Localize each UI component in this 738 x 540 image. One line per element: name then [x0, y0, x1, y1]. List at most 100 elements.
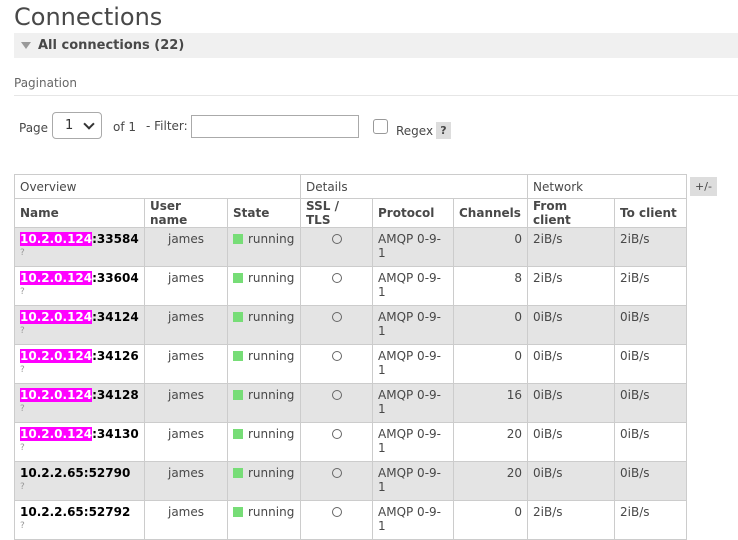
state-running-icon: [233, 351, 243, 361]
ssl-cell: [300, 344, 373, 384]
table-row: 10.2.0.124:34130 ? james running AMQP 0-…: [14, 422, 687, 462]
state-running-icon: [233, 312, 243, 322]
page-select-value: 1: [65, 118, 74, 133]
from-client-cell: 0iB/s: [527, 383, 615, 423]
regex-label: Regex: [396, 124, 434, 138]
connection-name-cell: 10.2.2.65:52790 ?: [14, 461, 145, 501]
group-network: Network: [527, 174, 687, 199]
state-running-icon: [233, 429, 243, 439]
table-row: 10.2.0.124:33604 ? james running AMQP 0-…: [14, 266, 687, 306]
user-name-cell: james: [144, 500, 228, 540]
connection-client-info: ?: [20, 443, 25, 453]
circle-outline-icon: [331, 429, 342, 439]
channels-cell: 0: [453, 227, 528, 267]
col-user-name[interactable]: User name: [144, 198, 228, 228]
connection-link[interactable]: 10.2.0.124:33604: [20, 271, 139, 285]
circle-outline-icon: [331, 507, 342, 517]
connection-link[interactable]: 10.2.2.65:52792: [20, 505, 130, 519]
state-cell: running: [227, 500, 301, 540]
from-client-cell: 0iB/s: [527, 461, 615, 501]
col-name[interactable]: Name: [14, 198, 145, 228]
protocol-cell: AMQP 0-9-1: [372, 461, 454, 501]
user-name-cell: james: [144, 422, 228, 462]
table-row: 10.2.0.124:34124 ? james running AMQP 0-…: [14, 305, 687, 345]
table-row: 10.2.0.124:34128 ? james running AMQP 0-…: [14, 383, 687, 423]
state-running-icon: [233, 234, 243, 244]
page-select[interactable]: 1: [52, 112, 102, 139]
state-running-icon: [233, 273, 243, 283]
user-name-cell: james: [144, 344, 228, 384]
state-running-icon: [233, 507, 243, 517]
connection-link[interactable]: 10.2.0.124:34126: [20, 349, 139, 363]
columns-toggle-button[interactable]: +/-: [690, 177, 717, 196]
protocol-cell: AMQP 0-9-1: [372, 422, 454, 462]
ssl-cell: [300, 383, 373, 423]
user-name-cell: james: [144, 383, 228, 423]
protocol-cell: AMQP 0-9-1: [372, 305, 454, 345]
connection-client-info: ?: [20, 326, 25, 336]
col-protocol[interactable]: Protocol: [372, 198, 454, 228]
connection-link[interactable]: 10.2.2.65:52790: [20, 466, 130, 480]
table-row: 10.2.0.124:34126 ? james running AMQP 0-…: [14, 344, 687, 384]
col-from-client[interactable]: From client: [527, 198, 615, 228]
section-header-label: All connections (22): [38, 38, 185, 53]
regex-help-icon[interactable]: ?: [436, 122, 451, 139]
circle-outline-icon: [331, 390, 342, 400]
chevron-down-icon: [83, 117, 95, 130]
all-connections-toggle[interactable]: All connections (22): [14, 33, 738, 58]
connection-link[interactable]: 10.2.0.124:34128: [20, 388, 139, 402]
from-client-cell: 2iB/s: [527, 500, 615, 540]
state-cell: running: [227, 266, 301, 306]
ssl-cell: [300, 266, 373, 306]
col-channels[interactable]: Channels: [453, 198, 528, 228]
connection-name-cell: 10.2.2.65:52792 ?: [14, 500, 145, 540]
connection-link[interactable]: 10.2.0.124:34130: [20, 427, 139, 441]
state-cell: running: [227, 227, 301, 267]
user-name-cell: james: [144, 266, 228, 306]
state-cell: running: [227, 305, 301, 345]
ssl-cell: [300, 500, 373, 540]
table-row: 10.2.0.124:33584 ? james running AMQP 0-…: [14, 227, 687, 267]
to-client-cell: 2iB/s: [614, 227, 687, 267]
connection-name-cell: 10.2.0.124:33604 ?: [14, 266, 145, 306]
connection-name-cell: 10.2.0.124:34128 ?: [14, 383, 145, 423]
to-client-cell: 0iB/s: [614, 383, 687, 423]
circle-outline-icon: [331, 234, 342, 244]
filter-label: - Filter:: [146, 119, 188, 133]
connection-client-info: ?: [20, 482, 25, 492]
group-details: Details: [300, 174, 528, 199]
protocol-cell: AMQP 0-9-1: [372, 344, 454, 384]
user-name-cell: james: [144, 227, 228, 267]
protocol-cell: AMQP 0-9-1: [372, 227, 454, 267]
from-client-cell: 0iB/s: [527, 344, 615, 384]
col-to-client[interactable]: To client: [614, 198, 687, 228]
group-overview: Overview: [14, 174, 301, 199]
filter-input[interactable]: [191, 115, 359, 138]
to-client-cell: 0iB/s: [614, 461, 687, 501]
connection-link[interactable]: 10.2.0.124:34124: [20, 310, 139, 324]
channels-cell: 0: [453, 305, 528, 345]
state-cell: running: [227, 422, 301, 462]
from-client-cell: 2iB/s: [527, 266, 615, 306]
channels-cell: 0: [453, 500, 528, 540]
page-count-label: of 1: [113, 120, 137, 134]
channels-cell: 8: [453, 266, 528, 306]
connection-link[interactable]: 10.2.0.124:33584: [20, 232, 139, 246]
from-client-cell: 2iB/s: [527, 227, 615, 267]
col-state[interactable]: State: [227, 198, 301, 228]
ssl-cell: [300, 227, 373, 267]
user-name-cell: james: [144, 461, 228, 501]
state-running-icon: [233, 468, 243, 478]
state-cell: running: [227, 461, 301, 501]
connection-client-info: ?: [20, 404, 25, 414]
regex-checkbox[interactable]: [373, 119, 388, 134]
connection-client-info: ?: [20, 521, 25, 531]
col-ssl-tls[interactable]: SSL / TLS: [300, 198, 373, 228]
circle-outline-icon: [331, 312, 342, 322]
connection-name-cell: 10.2.0.124:34126 ?: [14, 344, 145, 384]
channels-cell: 20: [453, 422, 528, 462]
to-client-cell: 0iB/s: [614, 422, 687, 462]
connection-client-info: ?: [20, 365, 25, 375]
state-running-icon: [233, 390, 243, 400]
to-client-cell: 0iB/s: [614, 344, 687, 384]
